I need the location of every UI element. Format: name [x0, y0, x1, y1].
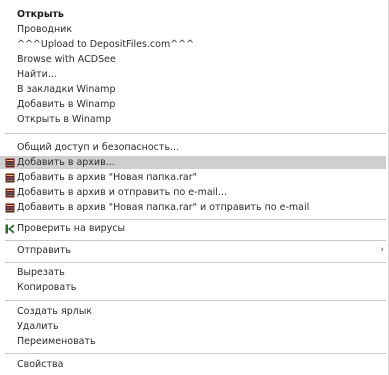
menu-item-send-to[interactable]: Отправить ›	[0, 244, 386, 257]
menu-item-winamp-add[interactable]: Добавить в Winamp	[0, 98, 386, 111]
menu-item-label: Найти...	[17, 69, 57, 80]
menu-separator	[5, 219, 386, 220]
menu-item-label: Переименовать	[17, 336, 96, 347]
menu-separator	[5, 240, 386, 241]
menu-item-browse-acdsee[interactable]: Browse with ACDSee	[0, 53, 386, 66]
menu-item-label: Добавить в архив "Новая папка.rar"	[17, 172, 198, 183]
menu-item-rename[interactable]: Переименовать	[0, 335, 386, 348]
menu-item-label: Свойства	[17, 359, 64, 370]
menu-item-add-named-archive-email[interactable]: Добавить в архив "Новая папка.rar" и отп…	[0, 201, 386, 214]
winrar-archive-icon	[5, 173, 15, 183]
menu-item-label: Browse with ACDSee	[17, 54, 116, 65]
menu-item-label: Добавить в архив...	[17, 157, 115, 168]
menu-item-explorer[interactable]: Проводник	[0, 23, 386, 36]
winrar-archive-icon	[5, 188, 15, 198]
winrar-archive-icon	[5, 158, 15, 168]
menu-item-add-archive[interactable]: Добавить в архив...	[0, 156, 386, 169]
menu-item-label: Добавить в Winamp	[17, 99, 116, 110]
menu-item-winamp-bookmarks[interactable]: В закладки Winamp	[0, 83, 386, 96]
winrar-archive-icon	[5, 203, 15, 213]
menu-separator	[5, 353, 386, 354]
menu-item-label: Проверить на вирусы	[17, 223, 125, 234]
menu-item-sharing-security[interactable]: Общий доступ и безопасность...	[0, 141, 386, 154]
menu-item-delete[interactable]: Удалить	[0, 320, 386, 333]
submenu-arrow-icon: ›	[380, 245, 384, 255]
menu-item-winamp-open[interactable]: Открыть в Winamp	[0, 113, 386, 126]
menu-item-upload-depositfiles[interactable]: ^^^Upload to DepositFiles.com^^^	[0, 38, 386, 51]
menu-item-label: Общий доступ и безопасность...	[17, 142, 180, 153]
menu-item-find[interactable]: Найти...	[0, 68, 386, 81]
menu-item-label: Проводник	[17, 24, 73, 35]
menu-item-label: Открыть	[17, 9, 64, 20]
menu-item-create-shortcut[interactable]: Создать ярлык	[0, 305, 386, 318]
menu-item-add-named-archive[interactable]: Добавить в архив "Новая папка.rar"	[0, 171, 386, 184]
menu-separator	[5, 262, 386, 263]
menu-item-cut[interactable]: Вырезать	[0, 266, 386, 279]
menu-item-label: Открыть в Winamp	[17, 114, 112, 125]
menu-item-label: В закладки Winamp	[17, 84, 116, 95]
menu-item-add-archive-email[interactable]: Добавить в архив и отправить по e-mail..…	[0, 186, 386, 199]
menu-item-copy[interactable]: Копировать	[0, 281, 386, 294]
menu-item-label: Вырезать	[17, 267, 65, 278]
menu-item-open[interactable]: Открыть	[0, 8, 386, 21]
menu-item-label: Удалить	[17, 321, 59, 332]
menu-item-scan-viruses[interactable]: Проверить на вирусы	[0, 222, 386, 235]
context-menu: Открыть Проводник ^^^Upload to DepositFi…	[0, 0, 389, 375]
kaspersky-k-icon	[5, 224, 15, 234]
menu-item-label: Отправить	[17, 245, 71, 256]
menu-item-properties[interactable]: Свойства	[0, 358, 386, 371]
menu-separator	[5, 300, 386, 301]
menu-separator	[5, 133, 386, 134]
menu-item-label: Добавить в архив "Новая папка.rar" и отп…	[17, 202, 310, 213]
menu-item-label: ^^^Upload to DepositFiles.com^^^	[17, 39, 195, 50]
menu-item-label: Копировать	[17, 282, 77, 293]
menu-item-label: Добавить в архив и отправить по e-mail..…	[17, 187, 227, 198]
menu-item-label: Создать ярлык	[17, 306, 93, 317]
